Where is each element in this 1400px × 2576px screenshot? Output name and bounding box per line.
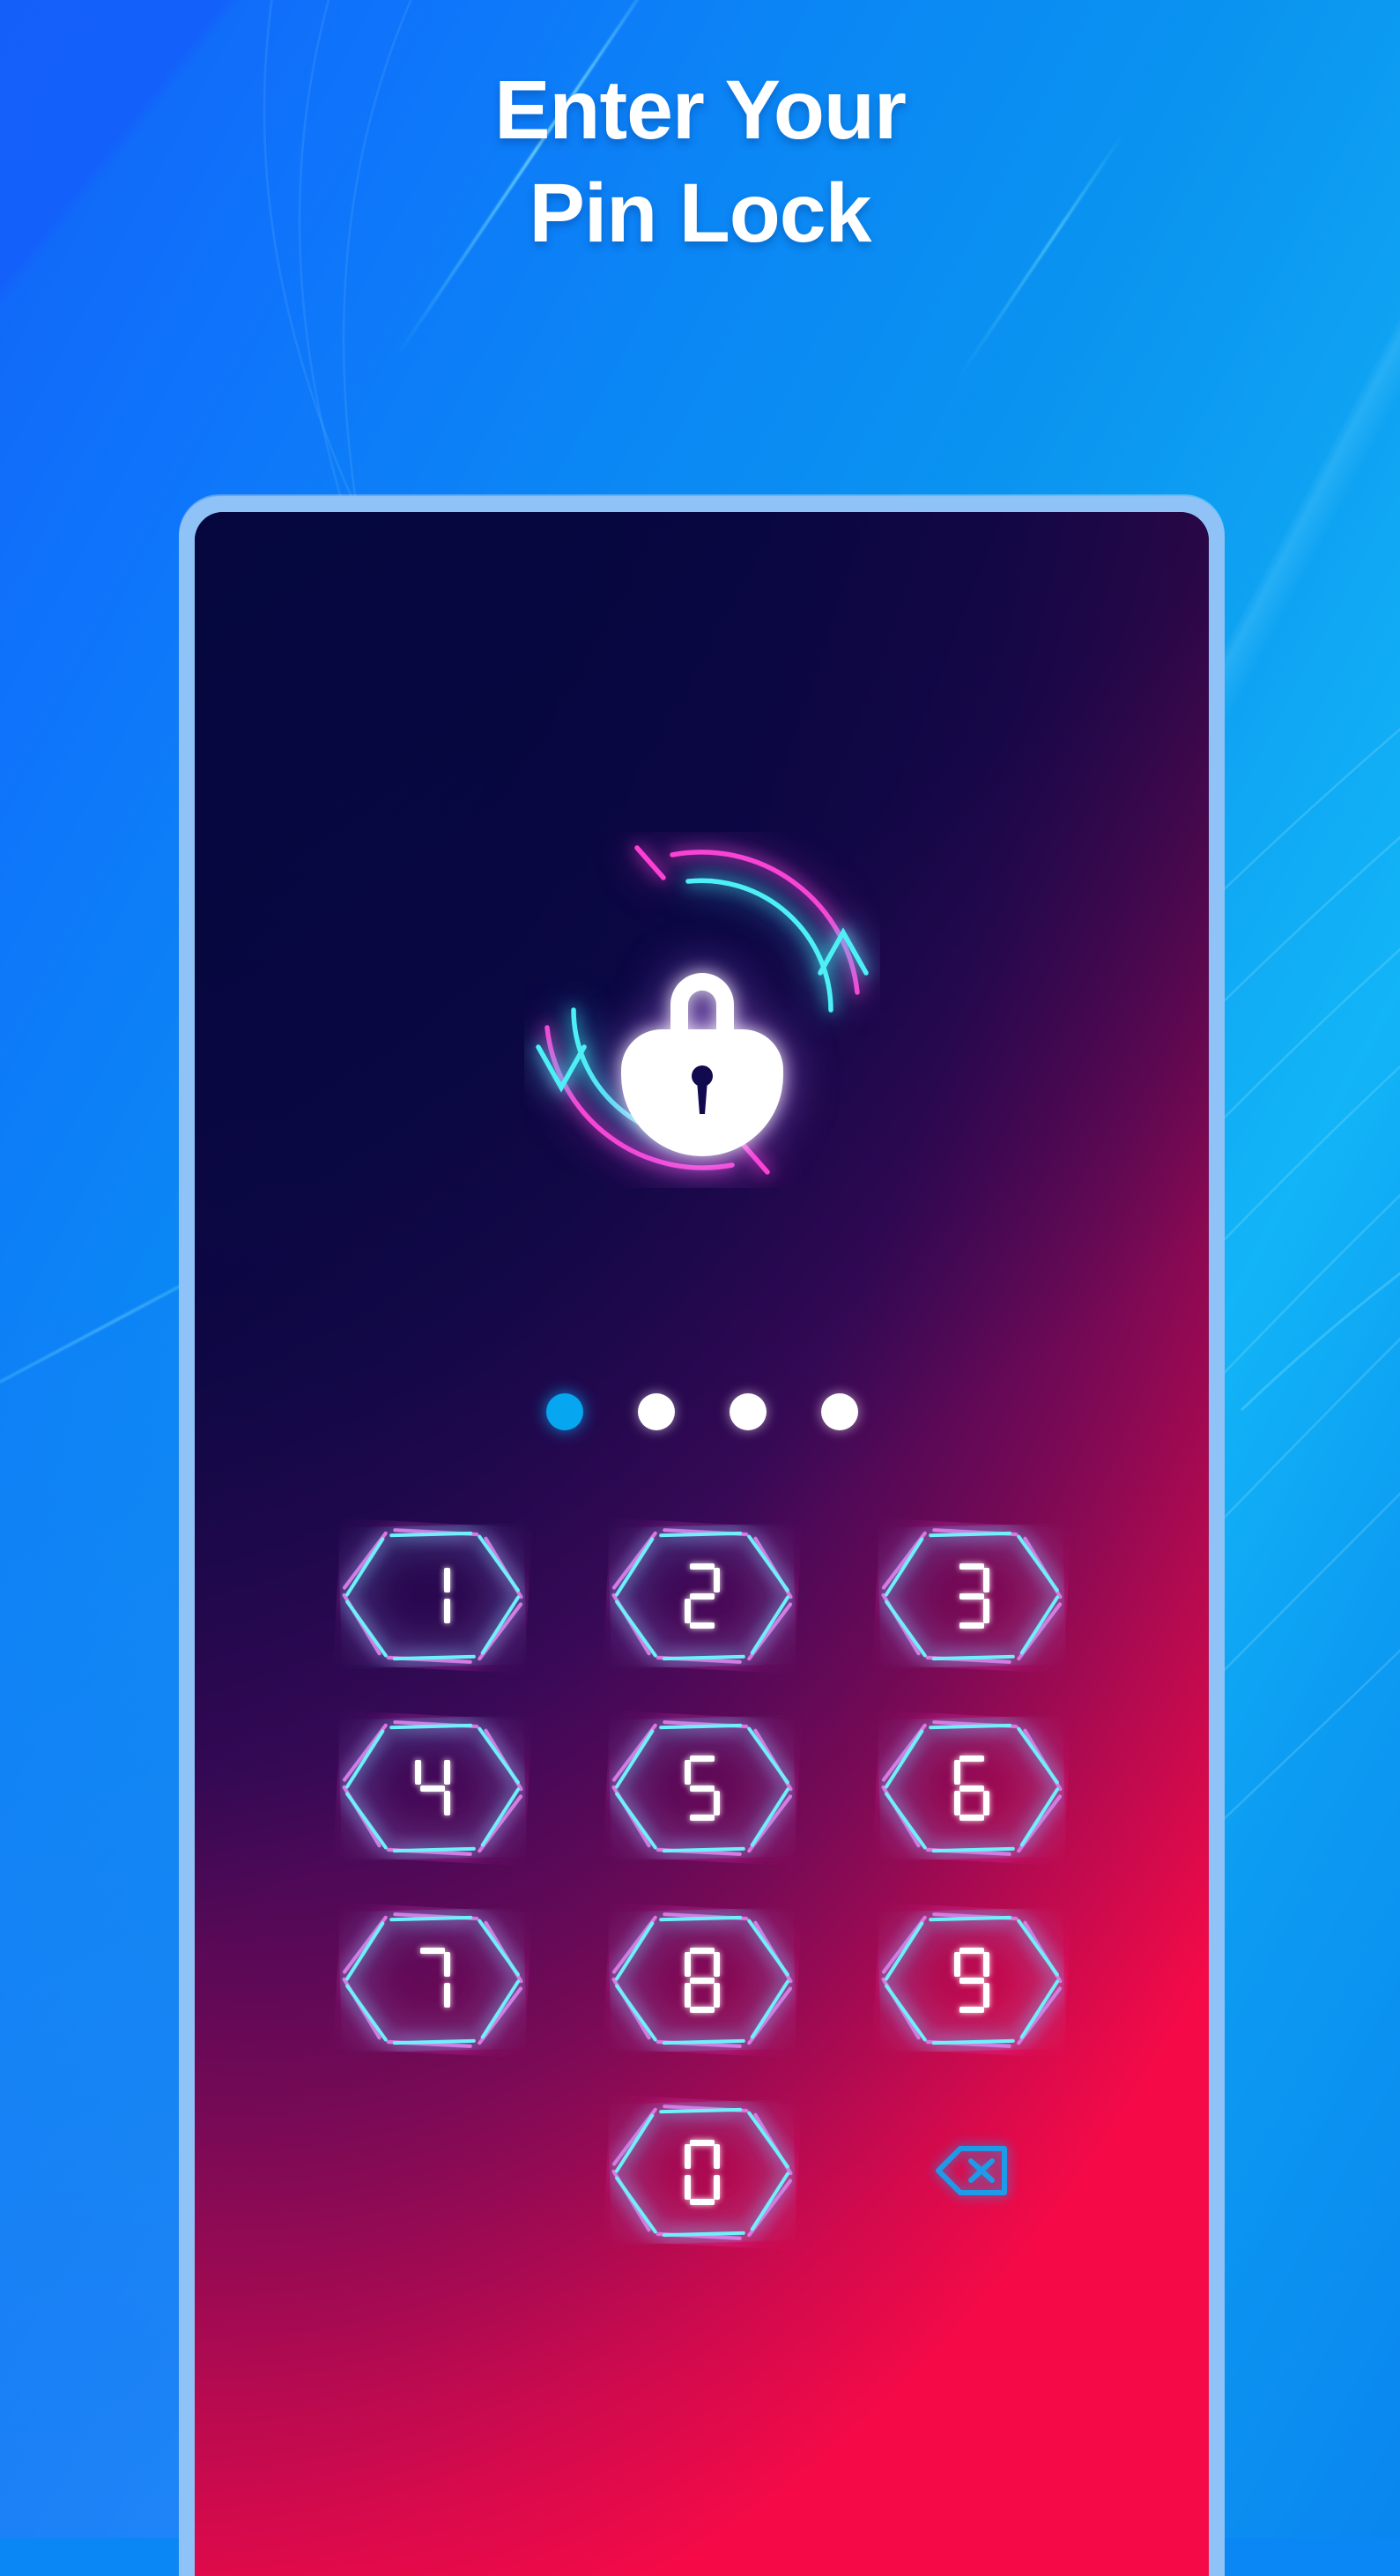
keypad-key-label <box>414 1756 450 1821</box>
keypad-row-3 <box>340 1910 1064 2051</box>
keypad-key-empty <box>340 2102 525 2243</box>
keypad-row-4 <box>340 2102 1064 2243</box>
keypad-row-2 <box>340 1718 1064 1859</box>
keypad-key-8[interactable] <box>610 1910 795 2051</box>
keypad-row-1 <box>340 1526 1064 1667</box>
keypad-key-6[interactable] <box>879 1718 1064 1859</box>
keypad-key-label <box>684 1948 720 2013</box>
keypad-key-label <box>684 2140 720 2205</box>
pin-dot-3 <box>729 1393 767 1430</box>
keypad-key-0[interactable] <box>610 2102 795 2243</box>
keypad-key-label <box>415 1948 450 2013</box>
keypad-key-label <box>415 1563 450 1629</box>
keypad-key-label <box>684 1756 720 1821</box>
keypad-key-label <box>953 1756 989 1821</box>
pin-keypad <box>195 1526 1209 2243</box>
keypad-key-label <box>684 1563 720 1629</box>
page-title-line-1: Enter Your <box>494 63 907 157</box>
phone-mockup <box>179 496 1225 2576</box>
pin-dot-4 <box>820 1393 858 1430</box>
keypad-key-label <box>954 1563 989 1629</box>
keypad-key-7[interactable] <box>340 1910 525 2051</box>
keypad-key-2[interactable] <box>610 1526 795 1667</box>
backspace-button[interactable] <box>879 2102 1064 2243</box>
pin-dot-2 <box>637 1393 675 1430</box>
keypad-key-4[interactable] <box>340 1718 525 1859</box>
keypad-key-5[interactable] <box>610 1718 795 1859</box>
padlock-icon <box>524 832 880 1188</box>
phone-screen <box>195 512 1209 2576</box>
page-title: Enter Your Pin Lock <box>0 69 1400 256</box>
pin-dot-1 <box>545 1393 583 1430</box>
page-title-line-2: Pin Lock <box>529 167 872 260</box>
backspace-icon <box>934 2143 1010 2202</box>
keypad-key-9[interactable] <box>879 1910 1064 2051</box>
keypad-key-1[interactable] <box>340 1526 525 1667</box>
pin-dots <box>195 1393 1209 1430</box>
keypad-key-3[interactable] <box>879 1526 1064 1667</box>
keypad-key-label <box>953 1948 989 2013</box>
